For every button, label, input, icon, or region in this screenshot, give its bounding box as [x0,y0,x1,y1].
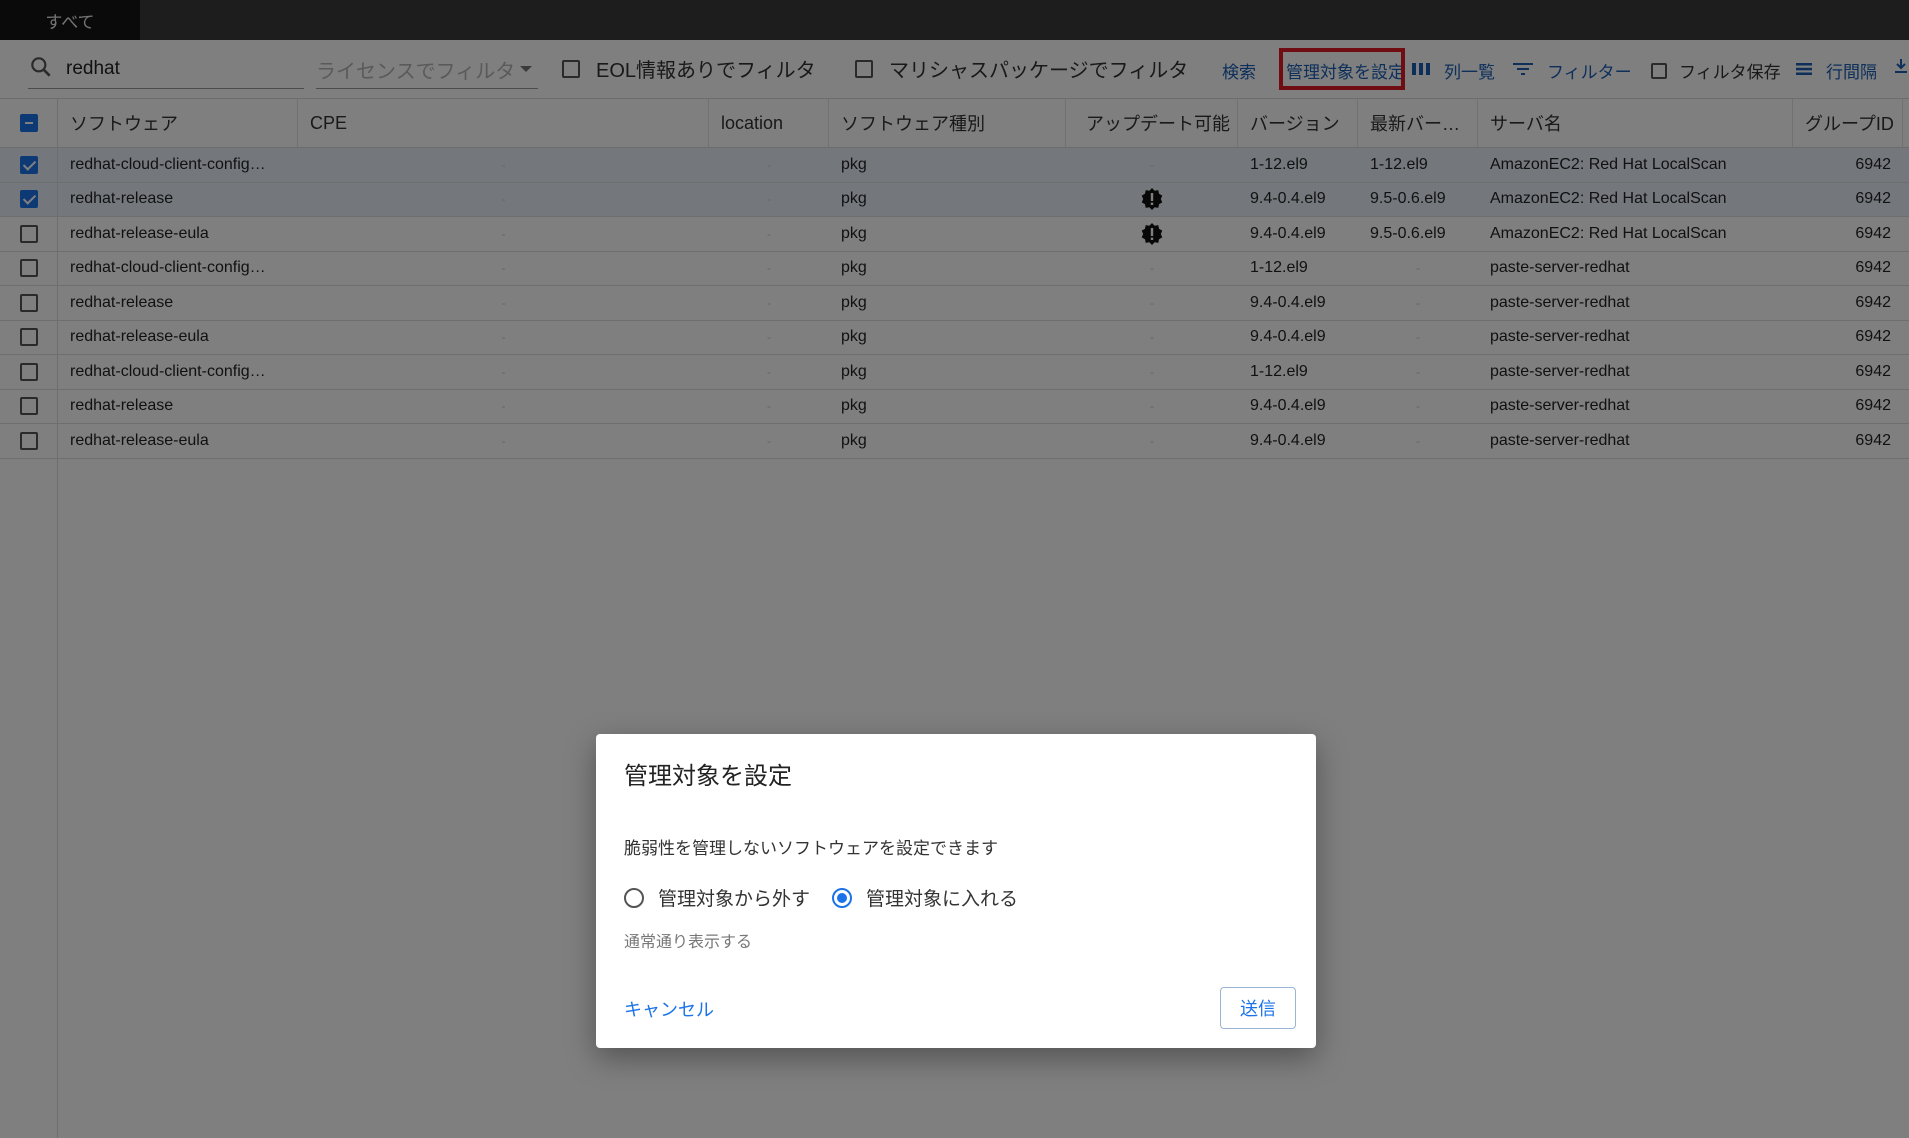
option-include-label: 管理対象に入れる [866,889,1019,910]
option-include[interactable]: 管理対象に入れる [832,884,1018,911]
managed-radio-group: 管理対象から外す 管理対象に入れる [624,884,1040,911]
dialog-description: 脆弱性を管理しないソフトウェアを設定できます [624,839,998,858]
set-managed-dialog: 管理対象を設定 脆弱性を管理しないソフトウェアを設定できます 管理対象から外す … [596,734,1316,1048]
option-exclude-label: 管理対象から外す [658,889,811,910]
cancel-button[interactable]: キャンセル [624,996,714,1022]
option-exclude[interactable]: 管理対象から外す [624,884,810,911]
option-include-radio[interactable] [832,887,853,908]
option-exclude-radio[interactable] [624,887,644,908]
dialog-helper-text: 通常通り表示する [624,934,753,951]
dialog-title: 管理対象を設定 [624,763,792,790]
submit-button[interactable]: 送信 [1220,987,1296,1029]
